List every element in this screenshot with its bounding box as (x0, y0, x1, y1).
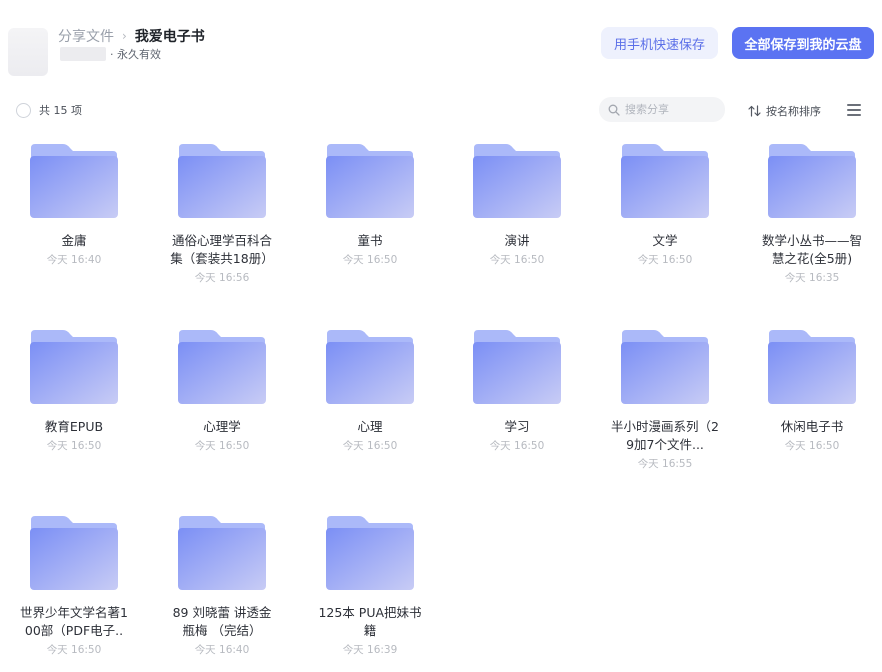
folder-modified-time: 今天 16:40 (46, 254, 102, 266)
folder-item[interactable]: 金庸今天 16:40 (0, 140, 148, 267)
folder-item[interactable]: 125本 PUA把妹书籍今天 16:39 (296, 512, 444, 657)
folder-item[interactable]: 通俗心理学百科合集（套装共18册） 今天 16:56 (148, 140, 296, 285)
folder-item[interactable]: 数学小丛书——智慧之花(全5册) 今天 16:35 (738, 140, 882, 285)
folder-item[interactable]: 世界少年文学名著100部（PDF电子.. 今天 16:50 (0, 512, 148, 657)
select-all-checkbox[interactable] (16, 102, 31, 118)
folder-name[interactable]: 心理 (315, 418, 425, 436)
folder-modified-time: 今天 16:40 (194, 644, 250, 656)
folder-icon (621, 330, 709, 404)
page-title: 我爱电子书 (134, 29, 205, 45)
validity-label: · 永久有效 (110, 48, 161, 61)
folder-icon (768, 144, 856, 218)
folder-name[interactable]: 通俗心理学百科合集（套装共18册） (167, 232, 277, 268)
folder-name[interactable]: 89 刘晓蕾 讲透金瓶梅 （完结） (167, 604, 277, 640)
select-all-control[interactable]: 共 15 项 (16, 102, 82, 118)
sort-icon (748, 105, 761, 117)
folder-icon (30, 516, 118, 590)
folder-modified-time: 今天 16:50 (46, 644, 102, 656)
search-box[interactable] (599, 97, 725, 122)
folder-icon (326, 330, 414, 404)
folder-item[interactable]: 演讲今天 16:50 (443, 140, 591, 267)
share-owner-info: · 永久有效 (60, 46, 161, 62)
breadcrumb-separator: › (122, 29, 127, 43)
folder-icon (621, 144, 709, 218)
folder-icon (178, 144, 266, 218)
folder-item[interactable]: 心理今天 16:50 (296, 326, 444, 453)
search-input[interactable] (625, 103, 717, 116)
folder-name[interactable]: 金庸 (19, 232, 129, 250)
folder-icon (768, 330, 856, 404)
folder-item[interactable]: 学习今天 16:50 (443, 326, 591, 453)
folder-modified-time: 今天 16:56 (194, 272, 250, 284)
sort-label: 按名称排序 (766, 105, 821, 118)
folder-modified-time: 今天 16:39 (342, 644, 398, 656)
folder-modified-time: 今天 16:50 (342, 254, 398, 266)
folder-modified-time: 今天 16:50 (637, 254, 693, 266)
save-all-to-cloud-button[interactable]: 全部保存到我的云盘 (732, 27, 874, 59)
folder-modified-time: 今天 16:55 (637, 458, 693, 470)
folder-name[interactable]: 文学 (610, 232, 720, 250)
folder-modified-time: 今天 16:50 (489, 440, 545, 452)
folder-name[interactable]: 休闲电子书 (757, 418, 867, 436)
item-count-label: 共 15 项 (39, 104, 82, 117)
folder-icon (326, 144, 414, 218)
folder-item[interactable]: 心理学今天 16:50 (148, 326, 296, 453)
search-icon (608, 104, 620, 116)
breadcrumb: 分享文件 › 我爱电子书 (58, 26, 205, 46)
share-header: 分享文件 › 我爱电子书 · 永久有效 用手机快速保存 全部保存到我的云盘 (0, 0, 882, 90)
owner-name-redacted (60, 47, 106, 61)
folder-item[interactable]: 童书今天 16:50 (296, 140, 444, 267)
avatar (8, 28, 48, 76)
folder-icon (178, 516, 266, 590)
folder-name[interactable]: 演讲 (462, 232, 572, 250)
folder-item[interactable]: 休闲电子书今天 16:50 (738, 326, 882, 453)
folder-item[interactable]: 教育EPUB 今天 16:50 (0, 326, 148, 453)
folder-icon (178, 330, 266, 404)
folder-modified-time: 今天 16:50 (46, 440, 102, 452)
folder-item[interactable]: 89 刘晓蕾 讲透金瓶梅 （完结） 今天 16:40 (148, 512, 296, 657)
folder-icon (30, 144, 118, 218)
folder-name[interactable]: 童书 (315, 232, 425, 250)
folder-modified-time: 今天 16:50 (342, 440, 398, 452)
folder-modified-time: 今天 16:50 (194, 440, 250, 452)
folder-icon (473, 144, 561, 218)
folder-name[interactable]: 半小时漫画系列（29加7个文件... (610, 418, 720, 454)
save-via-mobile-button[interactable]: 用手机快速保存 (601, 27, 718, 59)
folder-item[interactable]: 半小时漫画系列（29加7个文件... 今天 16:55 (591, 326, 739, 471)
folder-name[interactable]: 世界少年文学名著100部（PDF电子.. (19, 604, 129, 640)
folder-icon (473, 330, 561, 404)
folder-name[interactable]: 125本 PUA把妹书籍 (315, 604, 425, 640)
folder-name[interactable]: 教育EPUB (19, 418, 129, 436)
folder-name[interactable]: 数学小丛书——智慧之花(全5册) (757, 232, 867, 268)
folder-icon (326, 516, 414, 590)
folder-item[interactable]: 文学今天 16:50 (591, 140, 739, 267)
folder-modified-time: 今天 16:50 (784, 440, 840, 452)
file-toolbar: 共 15 项 按名称排序 (0, 94, 882, 124)
folder-icon (30, 330, 118, 404)
folder-name[interactable]: 心理学 (167, 418, 277, 436)
view-menu-icon[interactable] (847, 104, 861, 116)
folder-name[interactable]: 学习 (462, 418, 572, 436)
sort-by-name-button[interactable]: 按名称排序 (748, 103, 821, 119)
breadcrumb-parent-link[interactable]: 分享文件 (58, 26, 114, 46)
folder-modified-time: 今天 16:50 (489, 254, 545, 266)
folder-modified-time: 今天 16:35 (784, 272, 840, 284)
